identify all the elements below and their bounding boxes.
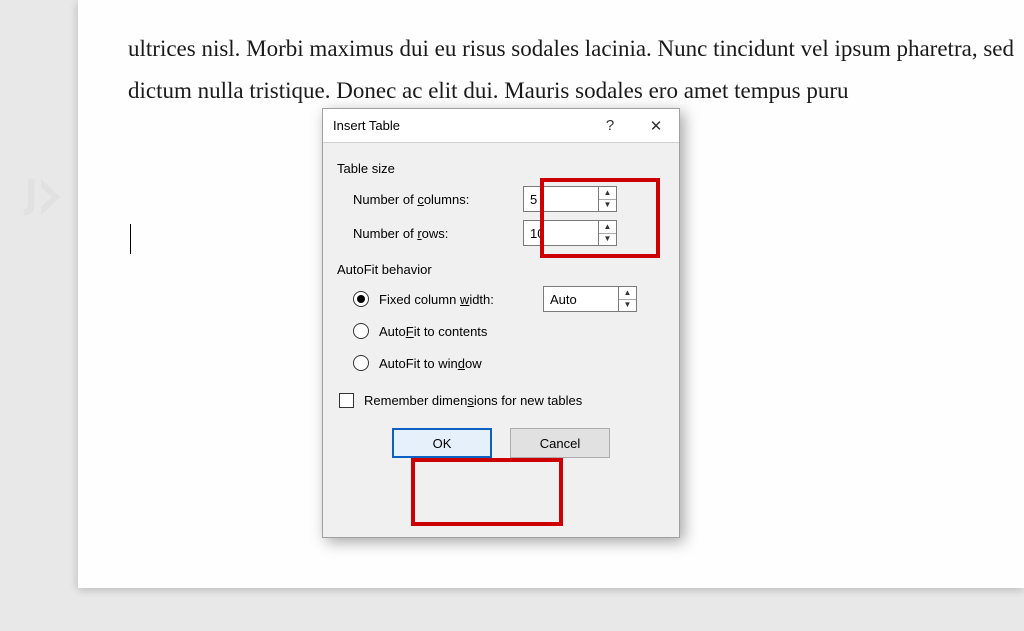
rows-value[interactable]: 10 (524, 221, 598, 245)
paragraph-text: ultrices nisl. Morbi maximus dui eu risu… (128, 36, 1014, 103)
columns-row: Number of columns: 5 ▲▼ (353, 184, 665, 214)
fixed-width-label: Fixed column width: (379, 292, 533, 307)
columns-value[interactable]: 5 (524, 187, 598, 211)
radio-icon[interactable] (353, 291, 369, 307)
spinner-arrows[interactable]: ▲▼ (598, 187, 616, 211)
autofit-contents-option[interactable]: AutoFit to contents (353, 317, 665, 345)
columns-spinner[interactable]: 5 ▲▼ (523, 186, 617, 212)
autofit-label: AutoFit behavior (337, 262, 665, 277)
text-cursor (130, 224, 131, 254)
arrow-down-icon[interactable]: ▼ (599, 200, 616, 212)
remember-option[interactable]: Remember dimensions for new tables (339, 393, 665, 408)
autofit-window-option[interactable]: AutoFit to window (353, 349, 665, 377)
spinner-arrows[interactable]: ▲▼ (618, 287, 636, 311)
dialog-titlebar[interactable]: Insert Table ? ✕ (323, 109, 679, 143)
fixed-width-option[interactable]: Fixed column width: Auto ▲▼ (353, 285, 665, 313)
arrow-up-icon[interactable]: ▲ (599, 187, 616, 200)
rows-label: Number of rows: (353, 226, 523, 241)
fixed-width-spinner[interactable]: Auto ▲▼ (543, 286, 637, 312)
rows-row: Number of rows: 10 ▲▼ (353, 218, 665, 248)
insert-table-dialog: Insert Table ? ✕ Table size Number of co… (322, 108, 680, 538)
arrow-down-icon[interactable]: ▼ (619, 300, 636, 312)
radio-icon[interactable] (353, 355, 369, 371)
autofit-window-label: AutoFit to window (379, 356, 482, 371)
checkbox-icon[interactable] (339, 393, 354, 408)
rows-spinner[interactable]: 10 ▲▼ (523, 220, 617, 246)
help-button[interactable]: ? (587, 109, 633, 143)
cancel-button[interactable]: Cancel (510, 428, 610, 458)
ok-button[interactable]: OK (392, 428, 492, 458)
arrow-up-icon[interactable]: ▲ (619, 287, 636, 300)
table-size-label: Table size (337, 161, 665, 176)
autofit-contents-label: AutoFit to contents (379, 324, 487, 339)
arrow-up-icon[interactable]: ▲ (599, 221, 616, 234)
dialog-title: Insert Table (333, 118, 587, 133)
fixed-width-value[interactable]: Auto (544, 287, 618, 311)
arrow-down-icon[interactable]: ▼ (599, 234, 616, 246)
spinner-arrows[interactable]: ▲▼ (598, 221, 616, 245)
close-button[interactable]: ✕ (633, 109, 679, 143)
radio-icon[interactable] (353, 323, 369, 339)
remember-label: Remember dimensions for new tables (364, 393, 582, 408)
close-icon: ✕ (650, 117, 663, 135)
columns-label: Number of columns: (353, 192, 523, 207)
help-icon: ? (606, 117, 614, 134)
dialog-body: Table size Number of columns: 5 ▲▼ Numbe… (323, 143, 679, 472)
dialog-buttons: OK Cancel (337, 428, 665, 458)
